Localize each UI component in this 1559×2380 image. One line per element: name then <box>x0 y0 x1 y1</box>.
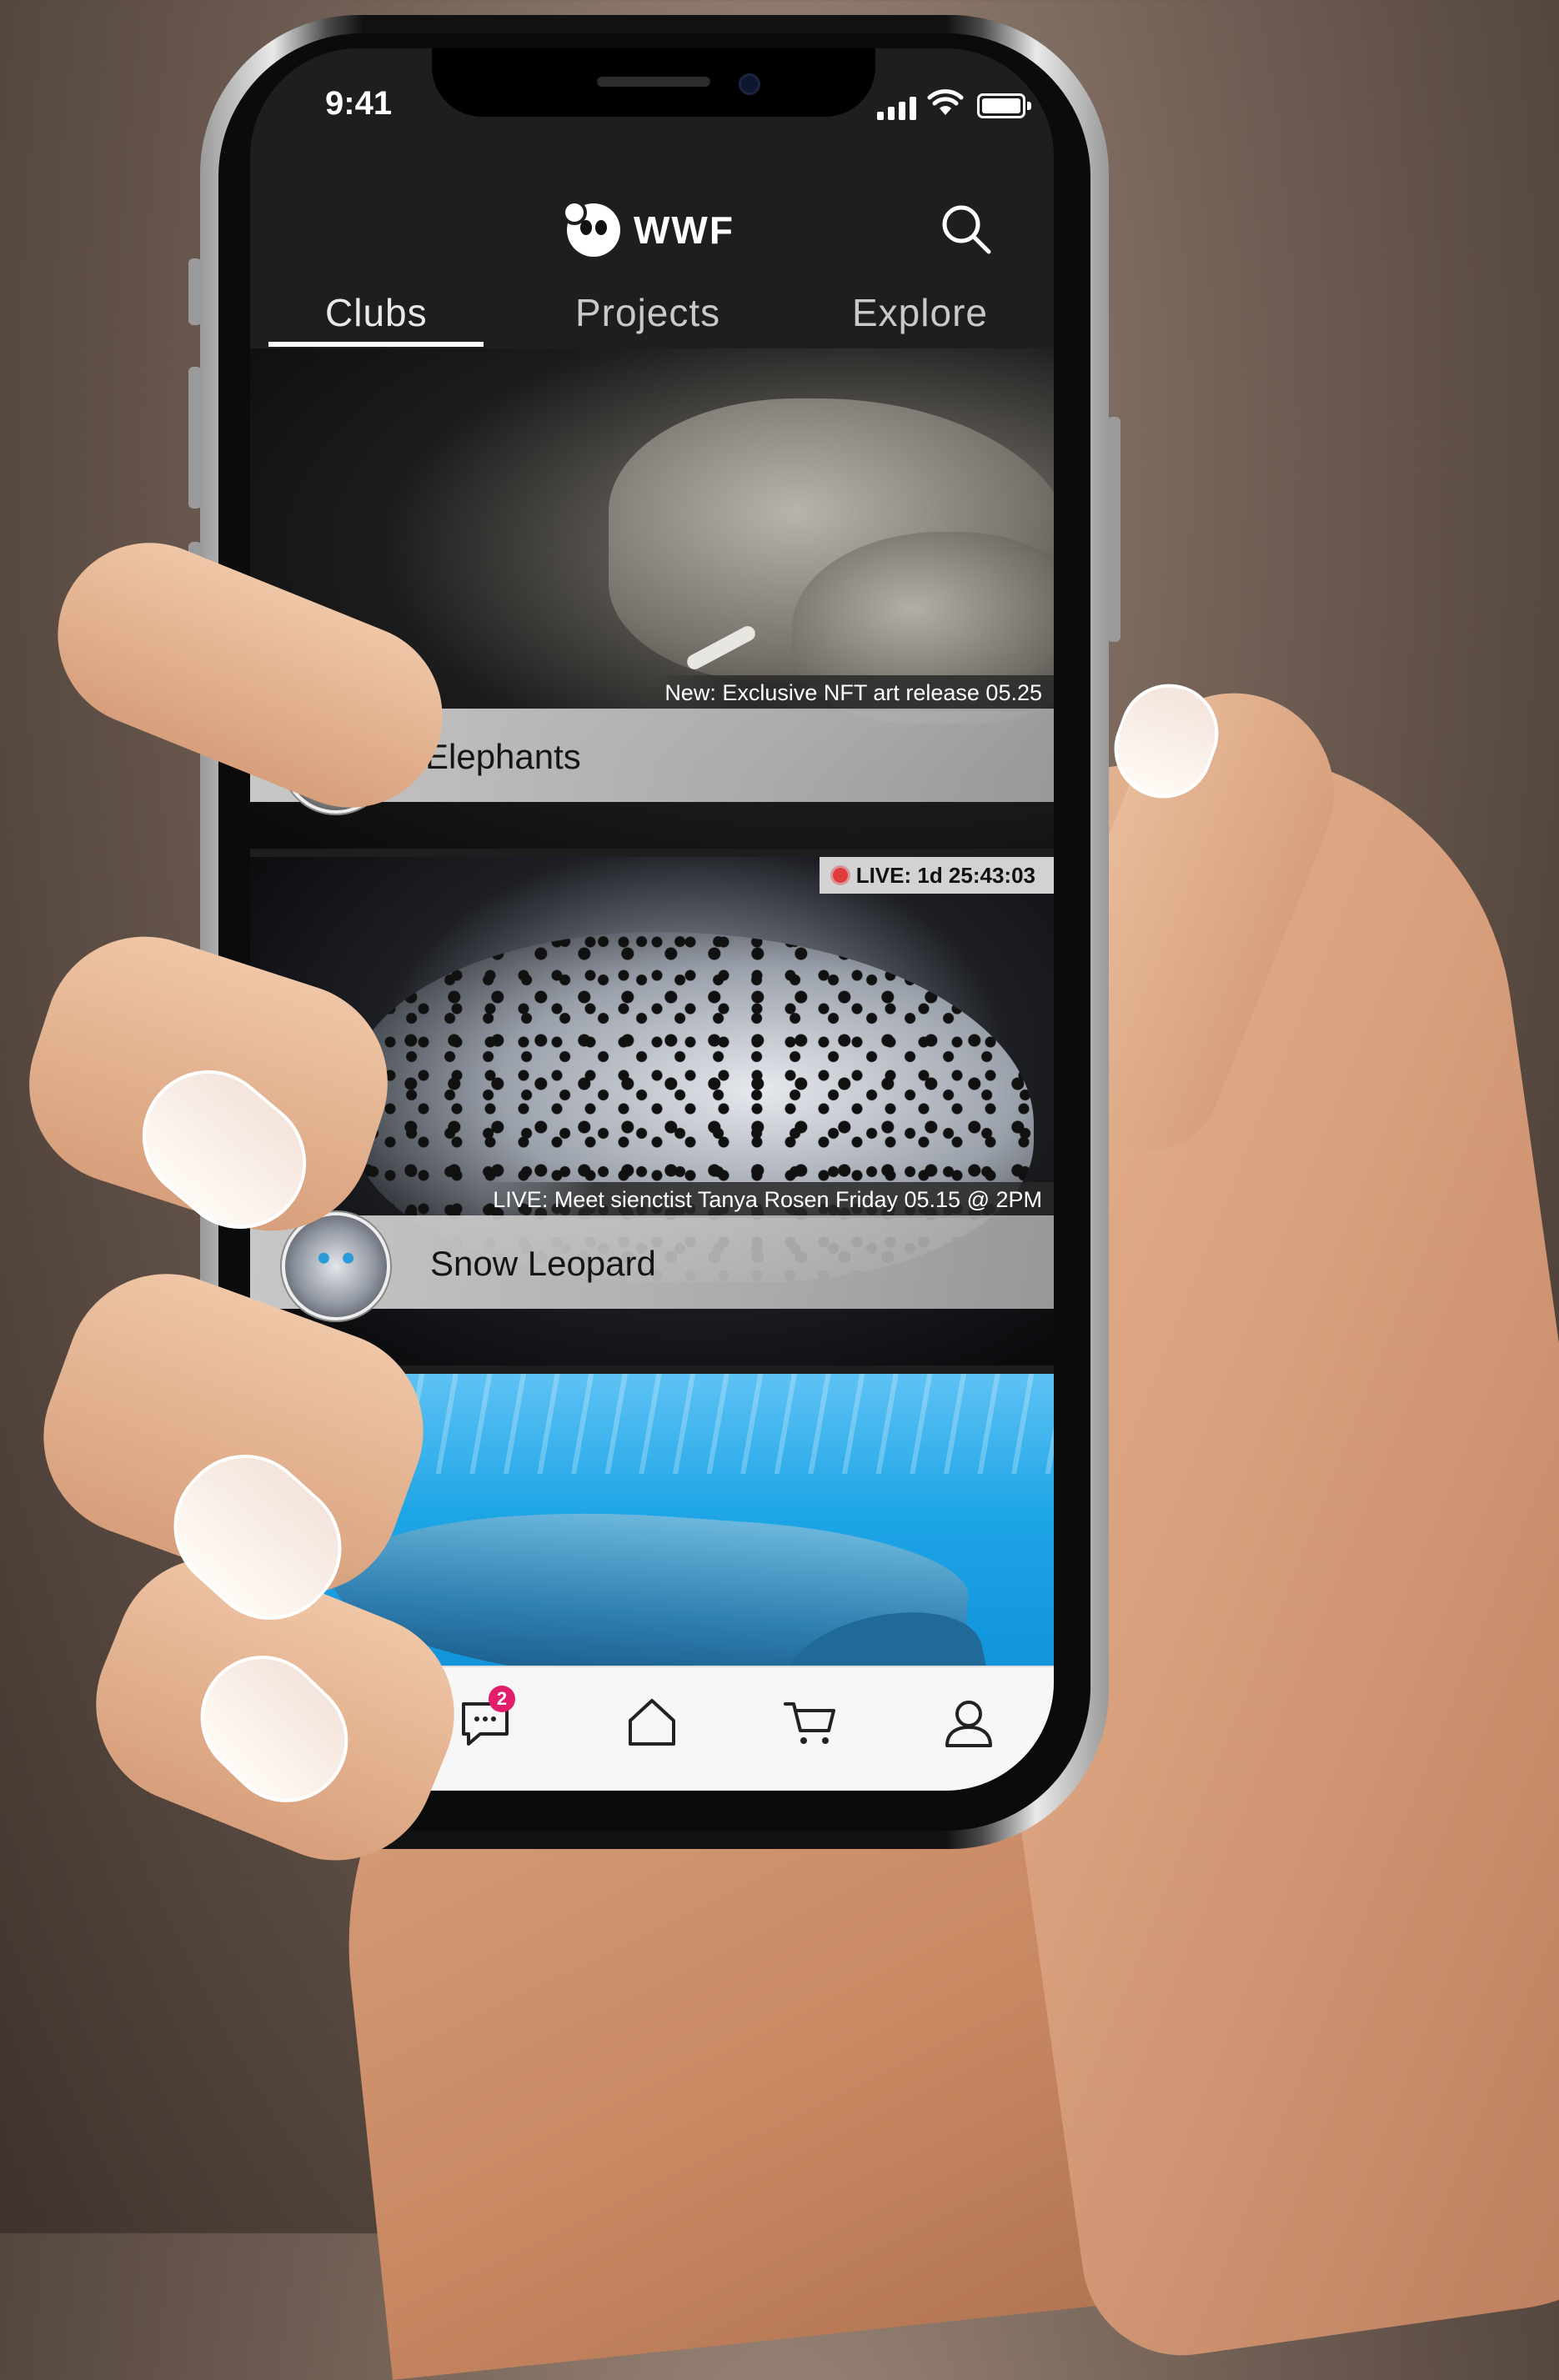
battery-icon <box>977 93 1031 118</box>
phone-volume-up <box>188 367 202 509</box>
brand-logo[interactable]: WWF <box>562 200 734 257</box>
club-announcement: LIVE: Meet sienctist Tanya Rosen Friday … <box>481 1182 1054 1218</box>
front-camera <box>739 73 760 95</box>
search-icon[interactable] <box>939 202 994 257</box>
panda-logo-icon <box>562 200 620 257</box>
live-countdown-badge: LIVE: 1d 25:43:03 <box>819 857 1054 894</box>
tab-clubs[interactable]: Clubs <box>325 290 428 335</box>
tab-projects[interactable]: Projects <box>575 290 720 335</box>
speaker <box>597 77 710 87</box>
cart-icon[interactable] <box>780 1692 840 1752</box>
club-name: Snow Leopard <box>430 1244 656 1283</box>
club-announcement: New: Exclusive NFT art release 05.25 <box>653 675 1054 711</box>
cellular-signal-icon <box>877 97 916 120</box>
live-indicator-icon <box>832 868 848 883</box>
tab-explore[interactable]: Explore <box>852 290 988 335</box>
message-count-badge: 2 <box>489 1686 515 1712</box>
profile-icon[interactable] <box>939 1692 999 1752</box>
active-tab-indicator <box>268 342 484 347</box>
avatar <box>282 1212 390 1320</box>
messages-button[interactable]: 2 <box>455 1686 515 1752</box>
brand-name: WWF <box>634 208 734 252</box>
club-name: Elephants <box>425 737 581 776</box>
notch <box>432 48 875 117</box>
app-header: WWF Clubs Projects Explore <box>250 148 1054 348</box>
home-icon[interactable] <box>622 1692 682 1752</box>
phone-mute-switch <box>188 258 202 325</box>
live-countdown-text: LIVE: 1d 25:43:03 <box>855 862 1035 888</box>
wifi-icon <box>927 89 964 115</box>
status-time: 9:41 <box>325 85 393 122</box>
phone-power-button <box>1107 417 1120 642</box>
club-title-bar[interactable]: Snow Leopard <box>250 1212 1054 1320</box>
tab-bar: Clubs Projects Explore <box>250 282 1054 348</box>
